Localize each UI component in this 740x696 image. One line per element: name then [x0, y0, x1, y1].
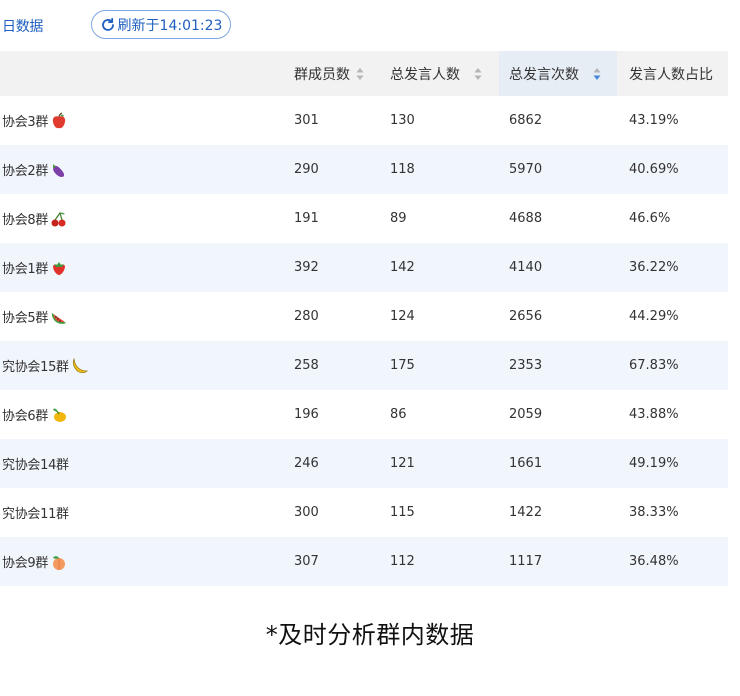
- ratio-cell: 38.33%: [629, 505, 679, 520]
- messages-cell: 6862: [509, 113, 543, 128]
- table-row[interactable]: 协会8群 191 89 4688 46.6%: [0, 194, 728, 243]
- messages-cell: 1661: [509, 456, 543, 471]
- members-cell: 290: [294, 162, 319, 177]
- caption: *及时分析群内数据: [265, 621, 475, 649]
- sort-icon[interactable]: [356, 67, 364, 81]
- members-cell: 246: [294, 456, 319, 471]
- column-header-speakers[interactable]: 总发言人数: [390, 51, 482, 96]
- members-cell: 307: [294, 554, 319, 569]
- speakers-cell: 112: [390, 554, 415, 569]
- messages-cell: 4140: [509, 260, 543, 275]
- section-title: 日数据: [2, 19, 44, 35]
- group-name: 协会3群: [2, 115, 49, 130]
- group-name-cell: 协会5群: [2, 292, 68, 341]
- group-name-cell: 协会2群: [2, 145, 68, 194]
- group-name-cell: 协会3群: [2, 96, 68, 145]
- speakers-cell: 86: [390, 407, 407, 422]
- top-bar: 日数据 刷新于14:01:23: [0, 0, 740, 50]
- group-name-cell: 协会6群: [2, 390, 68, 439]
- table-row[interactable]: 协会2群 290 118 5970 40.69%: [0, 145, 728, 194]
- ratio-cell: 43.19%: [629, 113, 679, 128]
- messages-cell: 1117: [509, 554, 543, 569]
- ratio-cell: 40.69%: [629, 162, 679, 177]
- banana-icon: [71, 357, 89, 375]
- members-cell: 196: [294, 407, 319, 422]
- members-cell: 392: [294, 260, 319, 275]
- ratio-cell: 49.19%: [629, 456, 679, 471]
- speakers-cell: 175: [390, 358, 415, 373]
- ratio-cell: 36.22%: [629, 260, 679, 275]
- group-name: 协会8群: [2, 213, 49, 228]
- table-row[interactable]: 究协会15群 258 175 2353 67.83%: [0, 341, 728, 390]
- speakers-cell: 118: [390, 162, 415, 177]
- speakers-cell: 115: [390, 505, 415, 520]
- table-row[interactable]: 协会5群 280 124 2656 44.29%: [0, 292, 728, 341]
- group-name-cell: 协会9群: [2, 537, 68, 586]
- column-header-members[interactable]: 群成员数: [294, 51, 364, 96]
- table-row[interactable]: 协会9群 307 112 1117 36.48%: [0, 537, 728, 586]
- group-name-cell: 究协会14群: [2, 439, 69, 488]
- strawberry-icon: [50, 259, 68, 277]
- table-row[interactable]: 协会6群 196 86 2059 43.88%: [0, 390, 728, 439]
- group-name-cell: 协会8群: [2, 194, 68, 243]
- column-header-ratio[interactable]: 发言人数占比: [629, 51, 713, 96]
- sort-desc-icon[interactable]: [593, 67, 601, 81]
- peach-icon: [50, 553, 68, 571]
- refresh-label: 刷新于14:01:23: [117, 17, 223, 34]
- ratio-cell: 43.88%: [629, 407, 679, 422]
- members-cell: 258: [294, 358, 319, 373]
- group-name: 协会2群: [2, 164, 49, 179]
- speakers-cell: 130: [390, 113, 415, 128]
- members-cell: 301: [294, 113, 319, 128]
- watermelon-icon: [50, 308, 68, 326]
- members-cell: 191: [294, 211, 319, 226]
- refresh-icon: [100, 17, 116, 33]
- group-name-cell: 协会1群: [2, 243, 68, 292]
- group-name: 究协会15群: [2, 360, 69, 375]
- column-header-messages[interactable]: 总发言次数: [499, 51, 617, 96]
- table-row[interactable]: 协会1群 392 142 4140 36.22%: [0, 243, 728, 292]
- group-name: 协会6群: [2, 409, 49, 424]
- group-name-cell: 究协会15群: [2, 341, 89, 390]
- messages-cell: 2059: [509, 407, 543, 422]
- members-cell: 300: [294, 505, 319, 520]
- table-row[interactable]: 协会3群 301 130 6862 43.19%: [0, 96, 728, 145]
- ratio-cell: 36.48%: [629, 554, 679, 569]
- speakers-cell: 89: [390, 211, 407, 226]
- group-name: 协会1群: [2, 262, 49, 277]
- members-cell: 280: [294, 309, 319, 324]
- messages-cell: 5970: [509, 162, 543, 177]
- sort-icon[interactable]: [474, 67, 482, 81]
- cherries-icon: [50, 210, 68, 228]
- group-name-cell: 究协会11群: [2, 488, 69, 537]
- table-header: 群成员数 总发言人数 总发言次数 发言人数占比: [0, 51, 728, 96]
- apple-icon: [50, 111, 68, 130]
- messages-cell: 2656: [509, 309, 543, 324]
- eggplant-icon: [50, 161, 68, 179]
- group-name: 究协会14群: [2, 458, 69, 473]
- table-body: 协会3群 301 130 6862 43.19% 协会2群 290 118 5970 40.69%…: [0, 96, 728, 586]
- messages-cell: 4688: [509, 211, 543, 226]
- group-name: 协会9群: [2, 556, 49, 571]
- ratio-cell: 44.29%: [629, 309, 679, 324]
- group-stats-table: 群成员数 总发言人数 总发言次数 发言人数占比 协会3群 301 130 6862 43…: [0, 51, 728, 586]
- group-name: 协会5群: [2, 311, 49, 326]
- table-row[interactable]: 究协会11群 300 115 1422 38.33%: [0, 488, 728, 537]
- messages-cell: 2353: [509, 358, 543, 373]
- speakers-cell: 121: [390, 456, 415, 471]
- ratio-cell: 46.6%: [629, 211, 671, 226]
- refresh-button[interactable]: 刷新于14:01:23: [91, 10, 231, 39]
- ratio-cell: 67.83%: [629, 358, 679, 373]
- group-name: 究协会11群: [2, 507, 69, 522]
- messages-cell: 1422: [509, 505, 543, 520]
- speakers-cell: 142: [390, 260, 415, 275]
- mango-icon: [50, 406, 68, 424]
- speakers-cell: 124: [390, 309, 415, 324]
- table-row[interactable]: 究协会14群 246 121 1661 49.19%: [0, 439, 728, 488]
